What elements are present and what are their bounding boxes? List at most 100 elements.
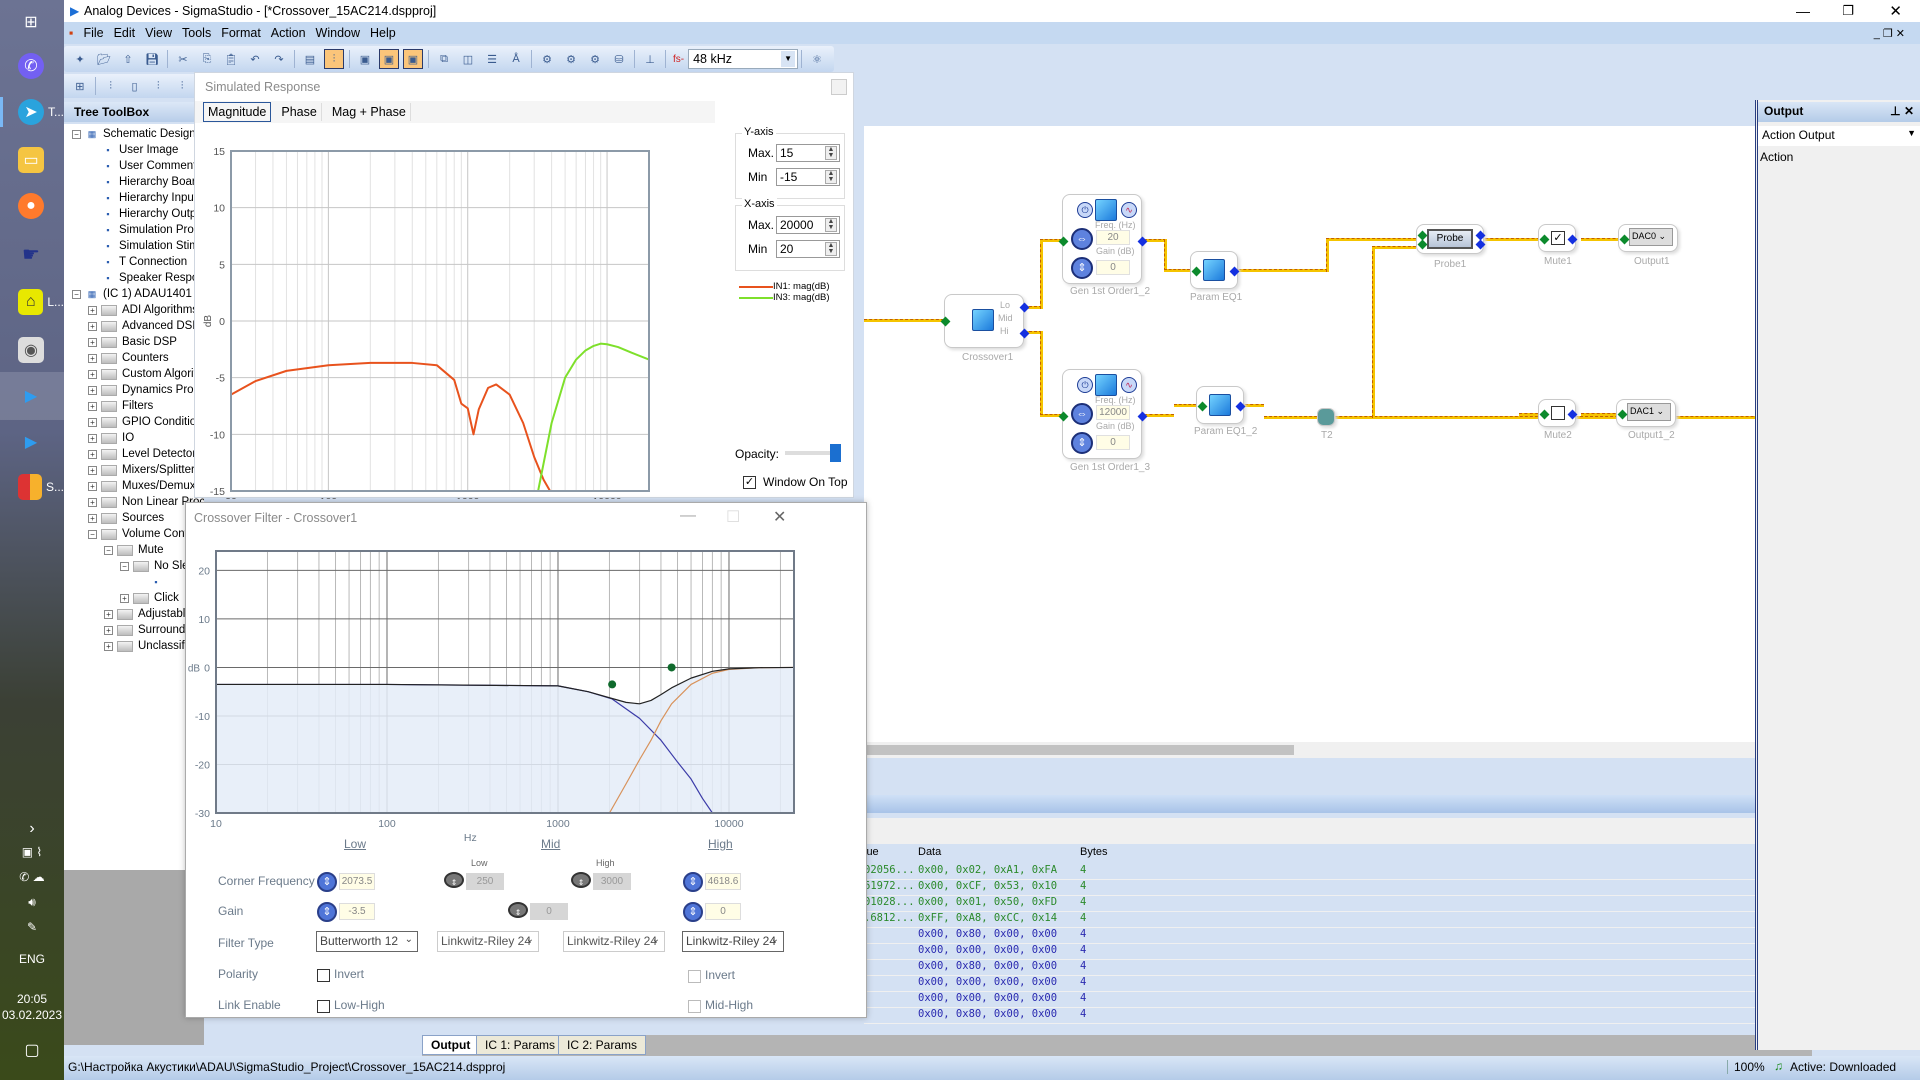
- tab-output[interactable]: Output: [422, 1035, 480, 1055]
- collapse-icon[interactable]: −: [120, 561, 129, 571]
- freq-knob[interactable]: ⇔: [1071, 228, 1093, 250]
- expand-icon[interactable]: +: [88, 433, 97, 443]
- pen-icon[interactable]: ✎: [0, 920, 64, 934]
- align-left-icon[interactable]: ⫶: [148, 76, 168, 96]
- expand-icon[interactable]: +: [88, 497, 97, 507]
- minimize-button[interactable]: —: [1796, 3, 1810, 19]
- notifications-icon[interactable]: ▢: [0, 1040, 64, 1060]
- low-filter-type-select[interactable]: Butterworth 12 ⌄: [316, 931, 418, 952]
- tree-item[interactable]: + IO: [88, 430, 134, 446]
- close-button[interactable]: ✕: [1889, 2, 1902, 20]
- expand-icon[interactable]: +: [88, 385, 97, 395]
- schematic-canvas[interactable]: Lo Mid Hi Crossover1 ⏻ ∿ Freq. (Hz) ⇔ 20…: [864, 126, 1884, 742]
- grid-row[interactable]: 0x00, 0x00, 0x00, 0x00 4: [864, 992, 1804, 1008]
- taskbar-app-speaker[interactable]: ◉: [0, 328, 64, 372]
- low-invert-checkbox[interactable]: [317, 969, 330, 982]
- tree-item[interactable]: + ADI Algorithms: [88, 302, 198, 318]
- tile-vertical-icon[interactable]: ◫: [458, 49, 478, 69]
- low-gain-knob[interactable]: ⇕: [317, 902, 337, 922]
- sequence-icon[interactable]: ▣: [403, 49, 423, 69]
- expand-icon[interactable]: +: [88, 305, 97, 315]
- tree-item[interactable]: ▪ User Image: [88, 142, 178, 158]
- menu-file[interactable]: File: [83, 26, 103, 40]
- restore-button[interactable]: ❐: [1842, 3, 1854, 19]
- redo-icon[interactable]: ↷: [269, 49, 289, 69]
- tree-item[interactable]: + Basic DSP: [88, 334, 177, 350]
- schematic-icon[interactable]: ▣: [355, 49, 375, 69]
- expand-icon[interactable]: +: [88, 417, 97, 427]
- probe-block[interactable]: Probe: [1416, 224, 1486, 254]
- crossover-block[interactable]: Lo Mid Hi: [940, 294, 1030, 348]
- expand-icon[interactable]: +: [88, 369, 97, 379]
- taskbar-app-sigmastudio[interactable]: ▶: [0, 372, 64, 420]
- grid-row[interactable]: 0x00, 0x80, 0x00, 0x00 4: [864, 928, 1804, 944]
- input-pin[interactable]: [1058, 236, 1069, 247]
- output-pin[interactable]: [1229, 266, 1240, 277]
- tree-item[interactable]: + Adjustable: [104, 606, 192, 622]
- link-low-high-checkbox[interactable]: [317, 1000, 330, 1013]
- tree-item[interactable]: ▪ Hierarchy Board: [88, 174, 202, 190]
- input-pin[interactable]: [1619, 234, 1630, 245]
- band-link-high[interactable]: High: [708, 837, 733, 851]
- tree-item[interactable]: ▪ Speaker Response: [88, 270, 204, 286]
- taskbar-app-viber[interactable]: ✆: [0, 44, 64, 88]
- menu-tools[interactable]: Tools: [182, 26, 211, 40]
- power-icon[interactable]: ⏻: [1077, 377, 1093, 393]
- expand-icon[interactable]: +: [104, 609, 113, 619]
- expand-icon[interactable]: +: [88, 513, 97, 523]
- dac-select[interactable]: DAC1 ⌄: [1627, 403, 1671, 421]
- mute-block-2[interactable]: [1538, 399, 1578, 427]
- tray-icons[interactable]: ▣ ⌇: [0, 845, 64, 859]
- mute1-checkbox[interactable]: ✓: [1551, 231, 1565, 245]
- tree-view-icon[interactable]: ⫶: [324, 49, 344, 69]
- copy-icon[interactable]: ⎘: [197, 49, 217, 69]
- high-filter-type-select[interactable]: Linkwitz-Riley 24 ⌄: [682, 931, 784, 952]
- hardware-config-icon[interactable]: ▣: [379, 49, 399, 69]
- pin-close-icon[interactable]: ⊥ ✕: [1890, 104, 1914, 118]
- high-gain-knob[interactable]: ⇕: [683, 902, 703, 922]
- collapse-icon[interactable]: −: [104, 545, 113, 555]
- taskbar-app-firefox[interactable]: ●: [0, 184, 64, 228]
- align-icon[interactable]: ⊞: [70, 76, 90, 96]
- schematic-horizontal-scrollbar[interactable]: [864, 742, 1796, 758]
- expand-icon[interactable]: +: [88, 401, 97, 411]
- collapse-icon[interactable]: −: [72, 289, 81, 299]
- grid-row[interactable]: 0x00, 0x80, 0x00, 0x00 4: [864, 1008, 1804, 1024]
- output-block-2[interactable]: DAC1 ⌄: [1616, 399, 1676, 427]
- tree-item[interactable]: + Custom Algorithms: [88, 366, 204, 382]
- expand-icon[interactable]: +: [104, 625, 113, 635]
- sample-rate-select[interactable]: 48 kHz ▼: [688, 49, 799, 69]
- new-icon[interactable]: ✦: [70, 49, 90, 69]
- open-icon[interactable]: 📂︎: [94, 49, 114, 69]
- t-connection[interactable]: [1317, 408, 1335, 426]
- power-icon[interactable]: ⏻: [1077, 202, 1093, 218]
- expand-icon[interactable]: +: [88, 321, 97, 331]
- mute2-checkbox[interactable]: [1551, 406, 1565, 420]
- link-run-icon[interactable]: ⚙: [585, 49, 605, 69]
- taskbar-app-s[interactable]: S...: [0, 465, 64, 509]
- align-right-icon[interactable]: ⫶: [172, 76, 192, 96]
- menu-view[interactable]: View: [145, 26, 172, 40]
- tab-ic1-params[interactable]: IC 1: Params: [476, 1035, 565, 1055]
- output-block-1[interactable]: DAC0 ⌄: [1618, 224, 1678, 252]
- close-button[interactable]: ✕: [773, 507, 786, 527]
- input-pin[interactable]: [1417, 239, 1428, 250]
- opacity-slider[interactable]: [785, 444, 841, 462]
- tab-ic2-params[interactable]: IC 2: Params: [558, 1035, 647, 1055]
- view-icon[interactable]: ▤: [300, 49, 320, 69]
- grid-row[interactable]: 61972... 0x00, 0xCF, 0x53, 0x10 4: [864, 880, 1804, 896]
- gen-1st-order-block-2[interactable]: ⏻ ∿ Freq. (Hz) ⇔ 12000 Gain (dB) ⇕ 0: [1058, 369, 1148, 459]
- freq-input[interactable]: 20: [1096, 230, 1130, 245]
- expand-icon[interactable]: +: [88, 449, 97, 459]
- tab-magnitude[interactable]: Magnitude: [203, 102, 272, 122]
- lowpass-icon[interactable]: [1095, 374, 1117, 396]
- x-max-input[interactable]: 20000 ▲ ▼: [776, 216, 840, 234]
- maximize-button[interactable]: ☐: [726, 507, 740, 527]
- band-link-low[interactable]: Low: [344, 837, 366, 851]
- gain-knob[interactable]: ⇕: [1071, 432, 1093, 454]
- link-mid-high-checkbox[interactable]: [688, 1000, 701, 1013]
- tree-item[interactable]: + Muxes/Demuxes: [88, 478, 204, 494]
- high-freq-knob[interactable]: ⇕: [683, 872, 703, 892]
- tree-item[interactable]: ▪: [136, 574, 167, 590]
- high-freq-input[interactable]: 4618.6: [705, 873, 741, 890]
